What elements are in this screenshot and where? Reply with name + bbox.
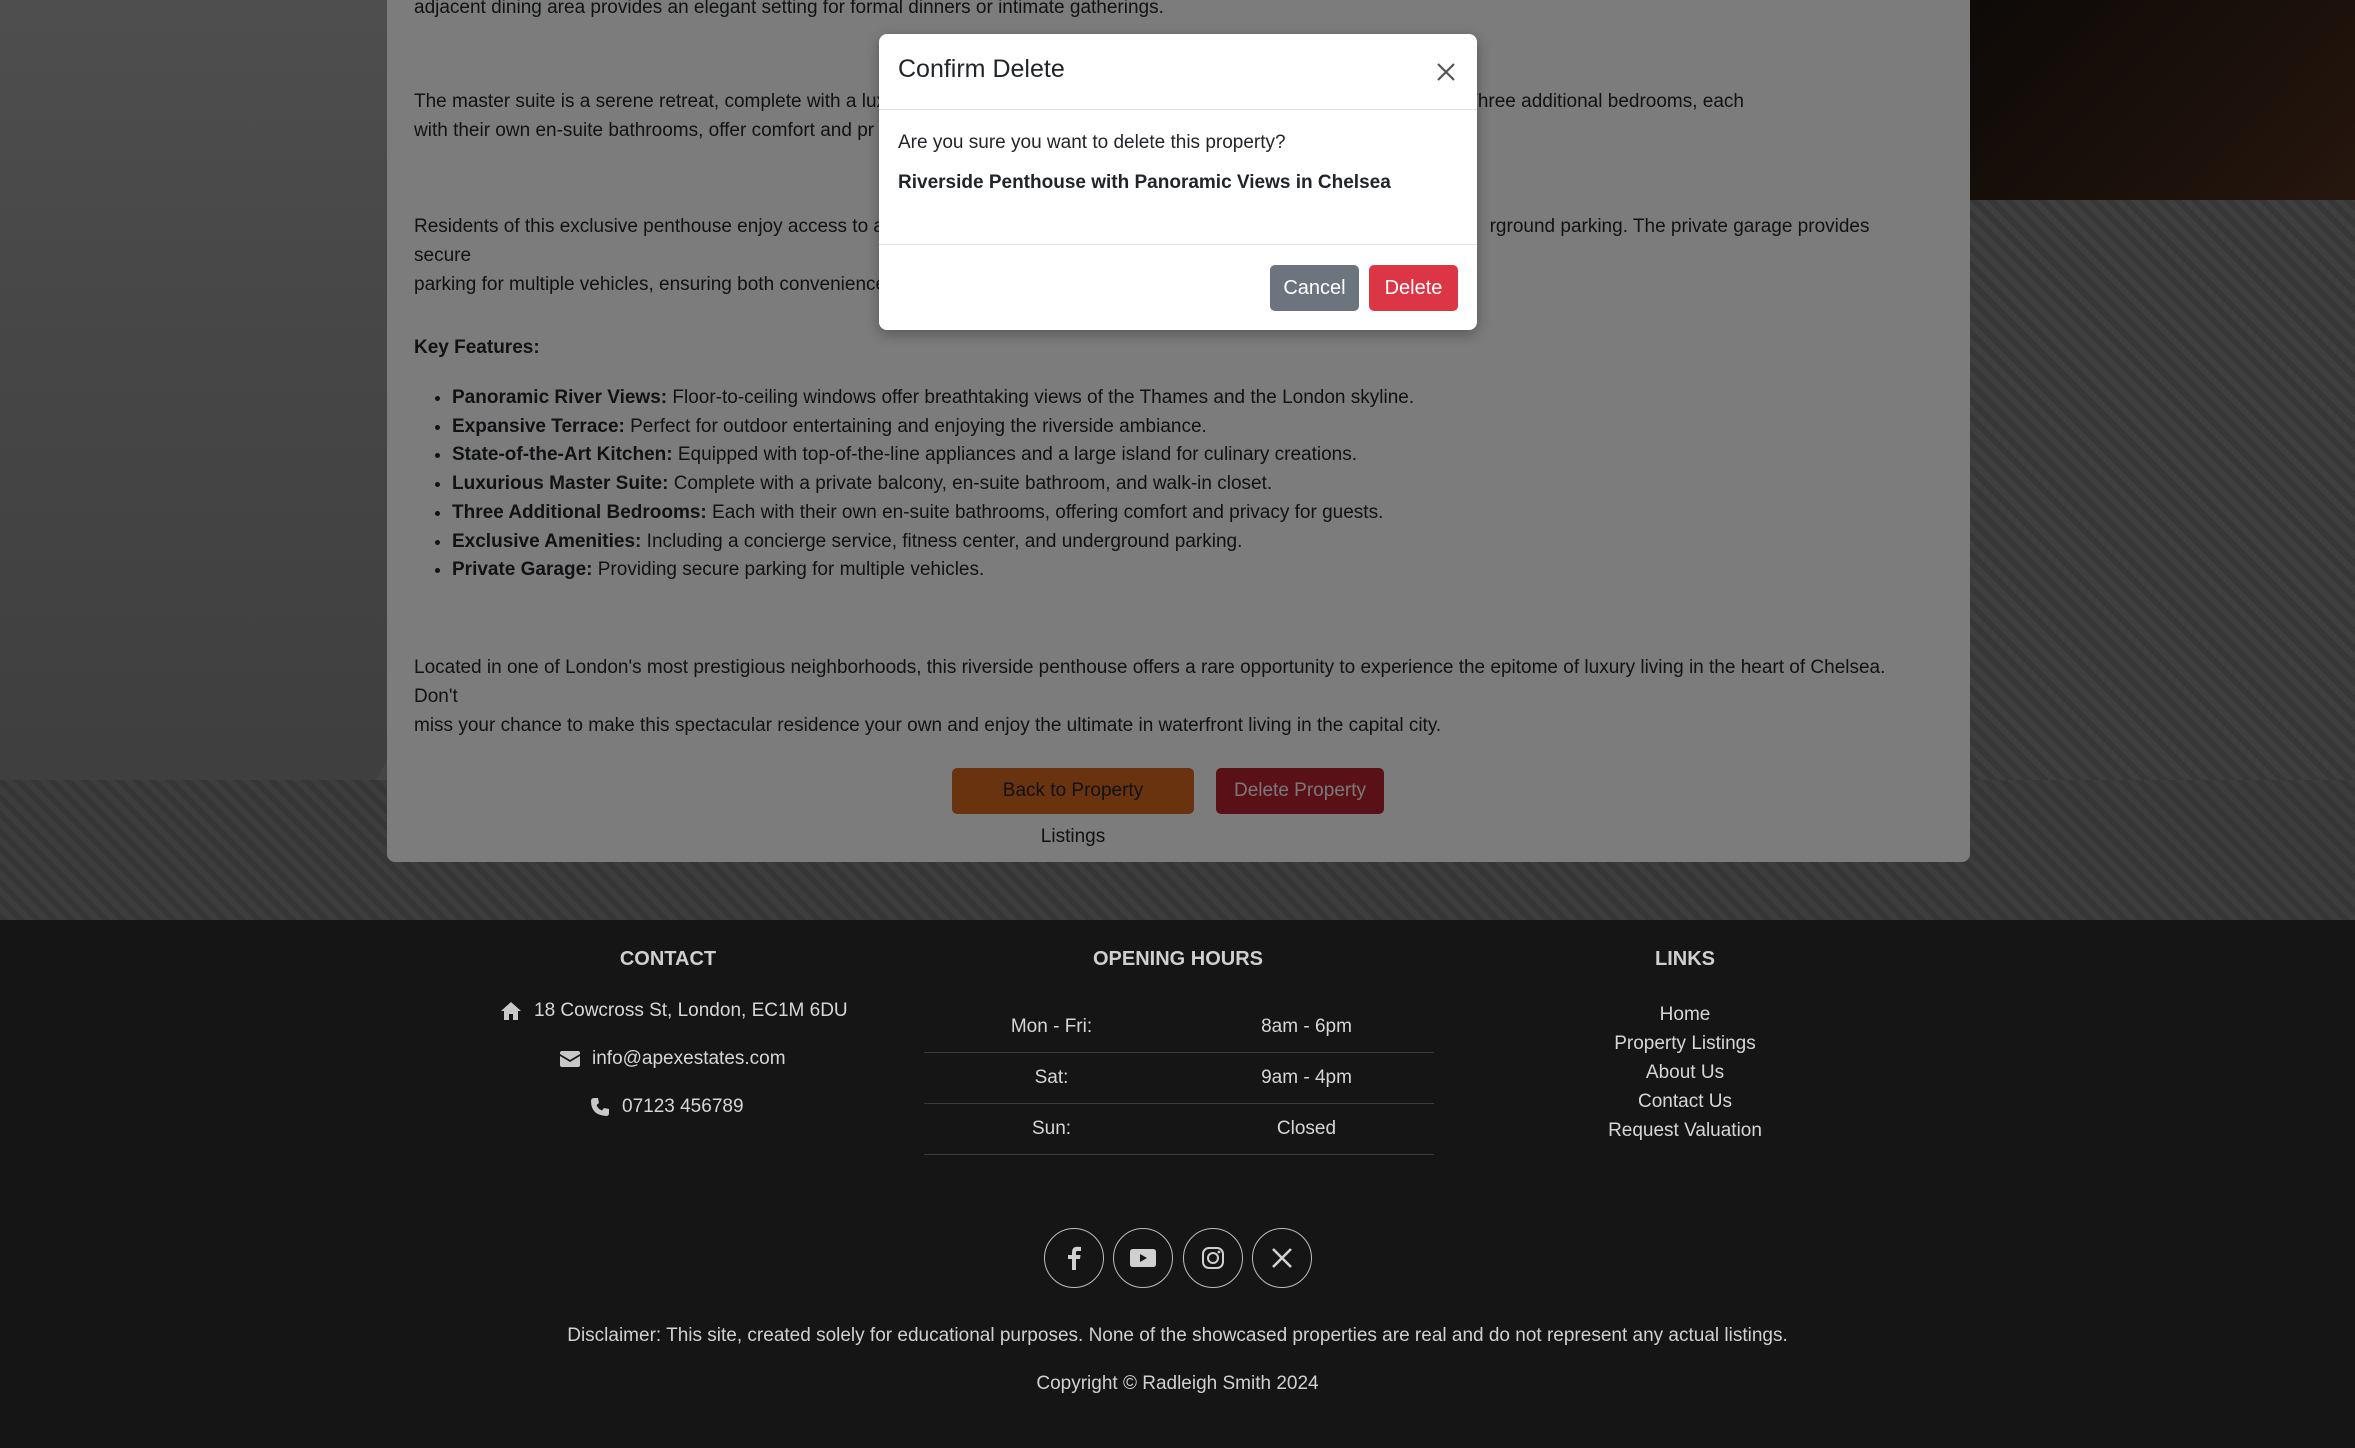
email-text[interactable]: info@apexestates.com	[592, 1048, 786, 1070]
youtube-link[interactable]	[1113, 1228, 1173, 1288]
table-row: Sat: 9am - 4pm	[924, 1052, 1434, 1104]
cancel-button[interactable]: Cancel	[1270, 265, 1359, 311]
confirm-delete-modal: Confirm Delete Are you sure you want to …	[879, 34, 1477, 330]
copyright-text: Copyright © Radleigh Smith 2024	[1036, 1373, 1319, 1394]
youtube-icon	[1130, 1249, 1156, 1267]
address-text: 18 Cowcross St, London, EC1M 6DU	[534, 1000, 848, 1021]
instagram-link[interactable]	[1183, 1228, 1243, 1288]
footer-links: Home Property Listings About Us Contact …	[1485, 1000, 1885, 1145]
site-footer: CONTACT 18 Cowcross St, London, EC1M 6DU…	[0, 920, 2355, 1448]
table-row: Mon - Fri: 8am - 6pm	[924, 1002, 1434, 1053]
footer-link-property-listings[interactable]: Property Listings	[1485, 1029, 1885, 1058]
opening-hours-table: Mon - Fri: 8am - 6pm Sat: 9am - 4pm Sun: Cl…	[924, 1002, 1434, 1155]
hours-time: Closed	[1179, 1103, 1434, 1155]
modal-title: Confirm Delete	[898, 55, 1065, 83]
links-heading: LINKS	[1655, 948, 1715, 970]
footer-link-contact-us[interactable]: Contact Us	[1485, 1087, 1885, 1116]
hours-day: Mon - Fri:	[924, 1002, 1179, 1053]
facebook-link[interactable]	[1044, 1228, 1104, 1288]
phone-text[interactable]: 07123 456789	[622, 1096, 744, 1118]
opening-hours-heading: OPENING HOURS	[1092, 948, 1264, 970]
modal-header: Confirm Delete	[879, 34, 1477, 110]
confirm-question: Are you sure you want to delete this pro…	[898, 132, 1286, 153]
footer-link-request-valuation[interactable]: Request Valuation	[1485, 1116, 1885, 1145]
close-icon	[1437, 63, 1455, 81]
modal-footer: Cancel Delete	[879, 244, 1477, 331]
phone-icon	[591, 1098, 609, 1116]
disclaimer-text: Disclaimer: This site, created solely fo…	[567, 1325, 1788, 1346]
x-icon	[1272, 1248, 1292, 1268]
home-icon	[501, 1002, 521, 1020]
table-row: Sun: Closed	[924, 1103, 1434, 1155]
footer-link-home[interactable]: Home	[1485, 1000, 1885, 1029]
hours-day: Sun:	[924, 1103, 1179, 1155]
contact-phone: 07123 456789	[590, 1096, 744, 1118]
facebook-icon	[1068, 1246, 1081, 1270]
property-name: Riverside Penthouse with Panoramic Views…	[898, 172, 1391, 193]
contact-heading: CONTACT	[619, 948, 717, 970]
hours-day: Sat:	[924, 1052, 1179, 1104]
hours-time: 8am - 6pm	[1179, 1002, 1434, 1053]
contact-email: info@apexestates.com	[560, 1048, 786, 1070]
instagram-icon	[1202, 1247, 1224, 1269]
confirm-delete-button[interactable]: Delete	[1369, 265, 1458, 311]
contact-address: 18 Cowcross St, London, EC1M 6DU	[500, 1000, 848, 1022]
footer-link-about-us[interactable]: About Us	[1485, 1058, 1885, 1087]
modal-body: Are you sure you want to delete this pro…	[898, 132, 1458, 194]
close-button[interactable]	[1431, 57, 1461, 87]
x-link[interactable]	[1252, 1228, 1312, 1288]
envelope-icon	[560, 1051, 580, 1067]
hours-time: 9am - 4pm	[1179, 1052, 1434, 1104]
